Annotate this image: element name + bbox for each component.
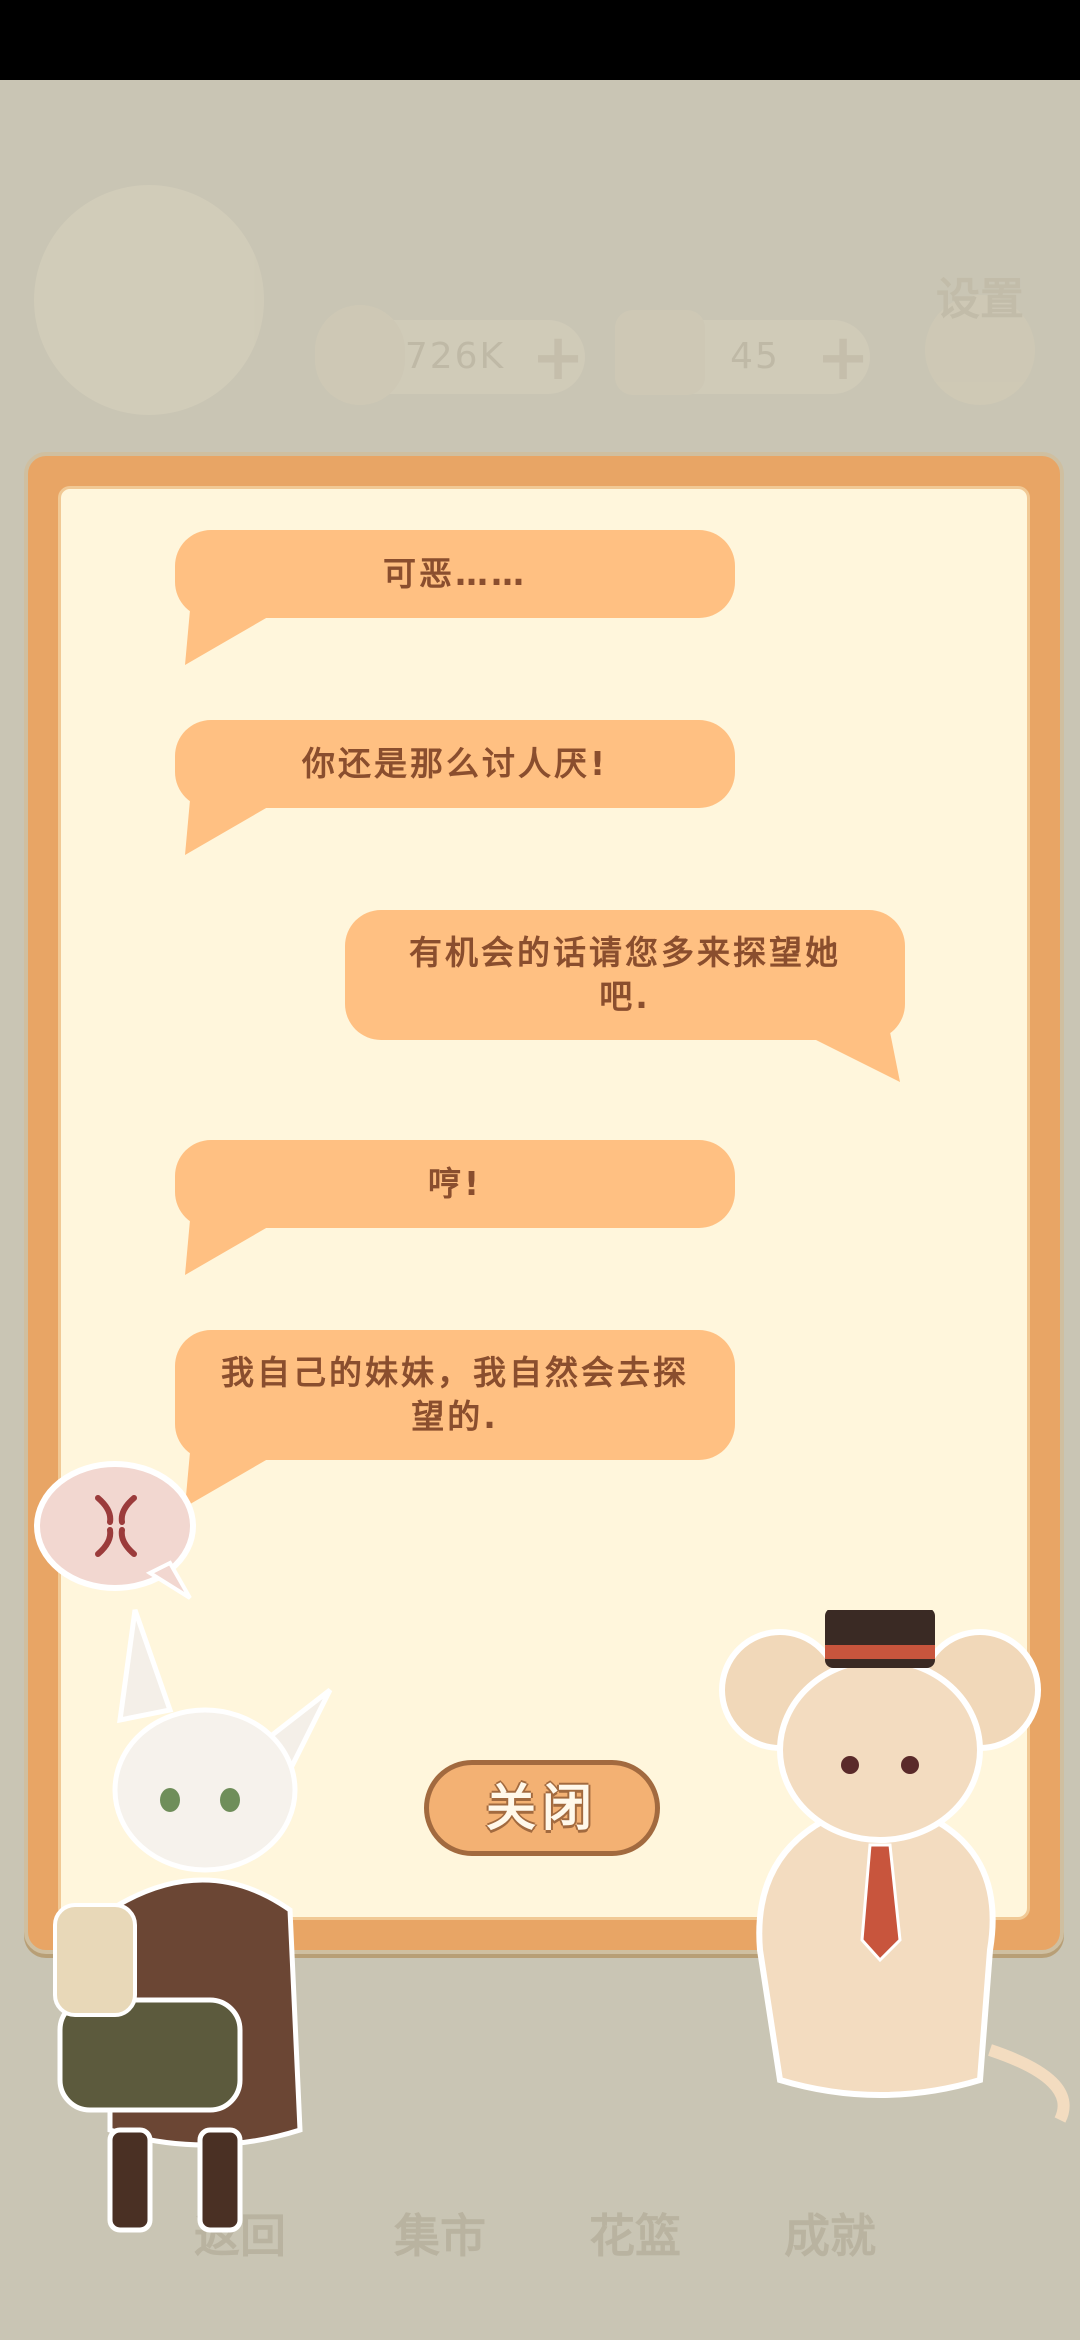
bubble-tail bbox=[185, 800, 280, 855]
bubble-tail bbox=[185, 610, 280, 665]
background-avatar bbox=[34, 185, 264, 415]
cake-icon bbox=[615, 310, 705, 395]
bubble-tail bbox=[800, 1032, 900, 1082]
speech-bubble: 我自己的妹妹，我自然会去探望的. bbox=[175, 1330, 735, 1460]
settings-label: 设置 bbox=[936, 274, 1024, 325]
cake-count: 45 bbox=[730, 336, 780, 377]
nav-market: 集市 bbox=[394, 2209, 486, 2263]
speech-bubble: 哼! bbox=[175, 1140, 735, 1228]
speech-bubble: 有机会的话请您多来探望她吧. bbox=[345, 910, 905, 1040]
nav-basket: 花篮 bbox=[589, 2209, 681, 2263]
fish-icon bbox=[315, 305, 405, 405]
nav-achievement: 成就 bbox=[784, 2209, 876, 2263]
speech-bubble: 可恶…… bbox=[175, 530, 735, 618]
mouse-character bbox=[719, 1610, 1070, 2123]
status-bar bbox=[0, 0, 1080, 80]
speech-bubble: 你还是那么讨人厌! bbox=[175, 720, 735, 808]
background-top-bar: 726K + 45 + 设置 bbox=[0, 80, 1080, 415]
plus-icon: + bbox=[816, 321, 870, 395]
bubble-text: 我自己的妹妹，我自然会去探望的. bbox=[221, 1353, 689, 1436]
bubble-text: 有机会的话请您多来探望她吧. bbox=[409, 933, 841, 1016]
close-button[interactable]: 关闭 bbox=[424, 1760, 660, 1856]
bubble-tail bbox=[185, 1220, 280, 1275]
bubble-text: 可恶…… bbox=[383, 554, 527, 593]
bubble-text: 你还是那么讨人厌! bbox=[301, 744, 609, 783]
bubble-text: 哼! bbox=[427, 1164, 483, 1203]
cat-character bbox=[53, 1609, 333, 2233]
fish-count: 726K bbox=[404, 336, 506, 377]
plus-icon: + bbox=[531, 321, 585, 395]
anger-emote-bubble bbox=[34, 1461, 196, 1600]
